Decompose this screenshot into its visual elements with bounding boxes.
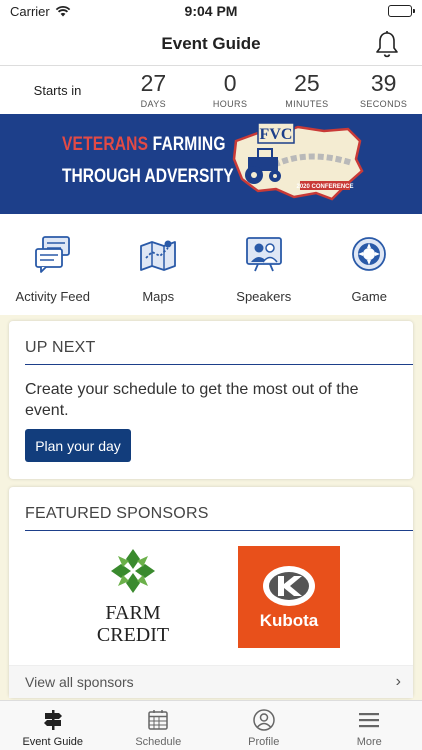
countdown-value: 0	[223, 69, 237, 96]
shortcut-activity-feed[interactable]: Activity Feed	[0, 214, 106, 315]
countdown-minutes: 25 MINUTES	[269, 69, 346, 109]
up-next-body: Create your schedule to get the most out…	[25, 381, 359, 419]
countdown-unit: HOURS	[212, 98, 248, 109]
plan-your-day-button[interactable]: Plan your day	[25, 429, 131, 462]
tab-profile[interactable]: Profile	[211, 701, 317, 750]
game-icon	[352, 237, 387, 271]
countdown-hours: 0 HOURS	[192, 69, 269, 109]
view-all-sponsors-link[interactable]: View all sponsors ›	[9, 665, 413, 698]
countdown-value: 39	[370, 69, 397, 96]
farm-credit-logo[interactable]: FARM CREDIT	[87, 547, 179, 651]
battery-icon	[388, 5, 415, 17]
calendar-icon	[148, 710, 168, 730]
banner-headline-2: THROUGH ADVERSITY	[62, 166, 234, 187]
countdown-unit: MINUTES	[285, 98, 329, 109]
shortcut-label: Activity Feed	[15, 289, 90, 304]
map-icon	[140, 240, 177, 271]
up-next-header: UP NEXT	[25, 321, 413, 365]
farm-credit-line2: CREDIT	[97, 624, 169, 646]
countdown-value: 27	[140, 69, 167, 96]
status-bar: Carrier 9:04 PM	[0, 0, 422, 22]
view-all-label: View all sponsors	[25, 674, 134, 690]
tab-bar: Event Guide Schedule Profile More	[0, 700, 422, 750]
featured-sponsors-card: FEATURED SPONSORS FARM CREDIT Kubota Vie…	[9, 487, 413, 698]
signpost-icon	[43, 710, 62, 730]
up-next-card: UP NEXT Create your schedule to get the …	[9, 321, 413, 479]
shortcut-label: Game	[351, 289, 387, 304]
sponsors-header: FEATURED SPONSORS	[25, 487, 413, 531]
tab-label: More	[356, 736, 382, 748]
countdown-unit: SECONDS	[359, 98, 408, 109]
countdown-unit: DAYS	[140, 98, 167, 109]
banner-headline-1-rest: FARMING	[148, 134, 226, 155]
fvc-logo-subtitle: 2020 CONFERENCE	[296, 184, 353, 190]
carrier-info: Carrier	[10, 4, 71, 19]
kubota-logo[interactable]: Kubota	[238, 546, 340, 648]
shortcut-speakers[interactable]: Speakers	[211, 214, 317, 315]
tab-more[interactable]: More	[317, 701, 422, 750]
chevron-right-icon: ›	[395, 673, 401, 690]
kubota-wordmark: Kubota	[260, 611, 319, 630]
countdown-days: 27 DAYS	[115, 69, 192, 109]
event-banner[interactable]: VETERANS FARMING THROUGH ADVERSITY FVC 2…	[0, 114, 422, 214]
countdown-bar: Starts in 27 DAYS 0 HOURS 25 MINUTES 39 …	[0, 66, 422, 114]
tab-label: Event Guide	[22, 736, 84, 748]
tab-label: Profile	[248, 736, 280, 748]
kubota-emblem: Kubota	[260, 566, 319, 630]
fvc-conference-logo: FVC 2020 CONFERENCE	[232, 122, 364, 201]
shortcut-label: Speakers	[236, 289, 292, 304]
nav-bar: Event Guide	[0, 22, 422, 66]
wifi-icon	[55, 5, 70, 17]
speakers-icon	[245, 237, 282, 272]
profile-icon	[253, 709, 275, 731]
shortcut-label: Maps	[142, 289, 175, 304]
tab-schedule[interactable]: Schedule	[106, 701, 212, 750]
countdown-seconds: 39 SECONDS	[345, 69, 422, 109]
activity-feed-icon	[34, 236, 70, 273]
banner-highlight: VETERANS	[62, 134, 149, 155]
farm-credit-line1: FARM	[105, 602, 160, 624]
bell-icon[interactable]	[372, 29, 402, 59]
shortcut-grid: Activity Feed Maps Speakers Game	[0, 214, 422, 315]
page-title: Event Guide	[161, 33, 261, 53]
tab-event-guide[interactable]: Event Guide	[0, 701, 106, 750]
banner-headline-1: VETERANS FARMING	[62, 134, 226, 156]
menu-icon	[359, 713, 380, 728]
tab-label: Schedule	[135, 736, 182, 748]
countdown-value: 25	[294, 69, 320, 96]
fvc-logo-text: FVC	[260, 126, 293, 143]
shortcut-game[interactable]: Game	[317, 214, 422, 315]
shortcut-maps[interactable]: Maps	[106, 214, 212, 315]
countdown-label: Starts in	[33, 82, 82, 98]
carrier-label: Carrier	[10, 3, 50, 19]
